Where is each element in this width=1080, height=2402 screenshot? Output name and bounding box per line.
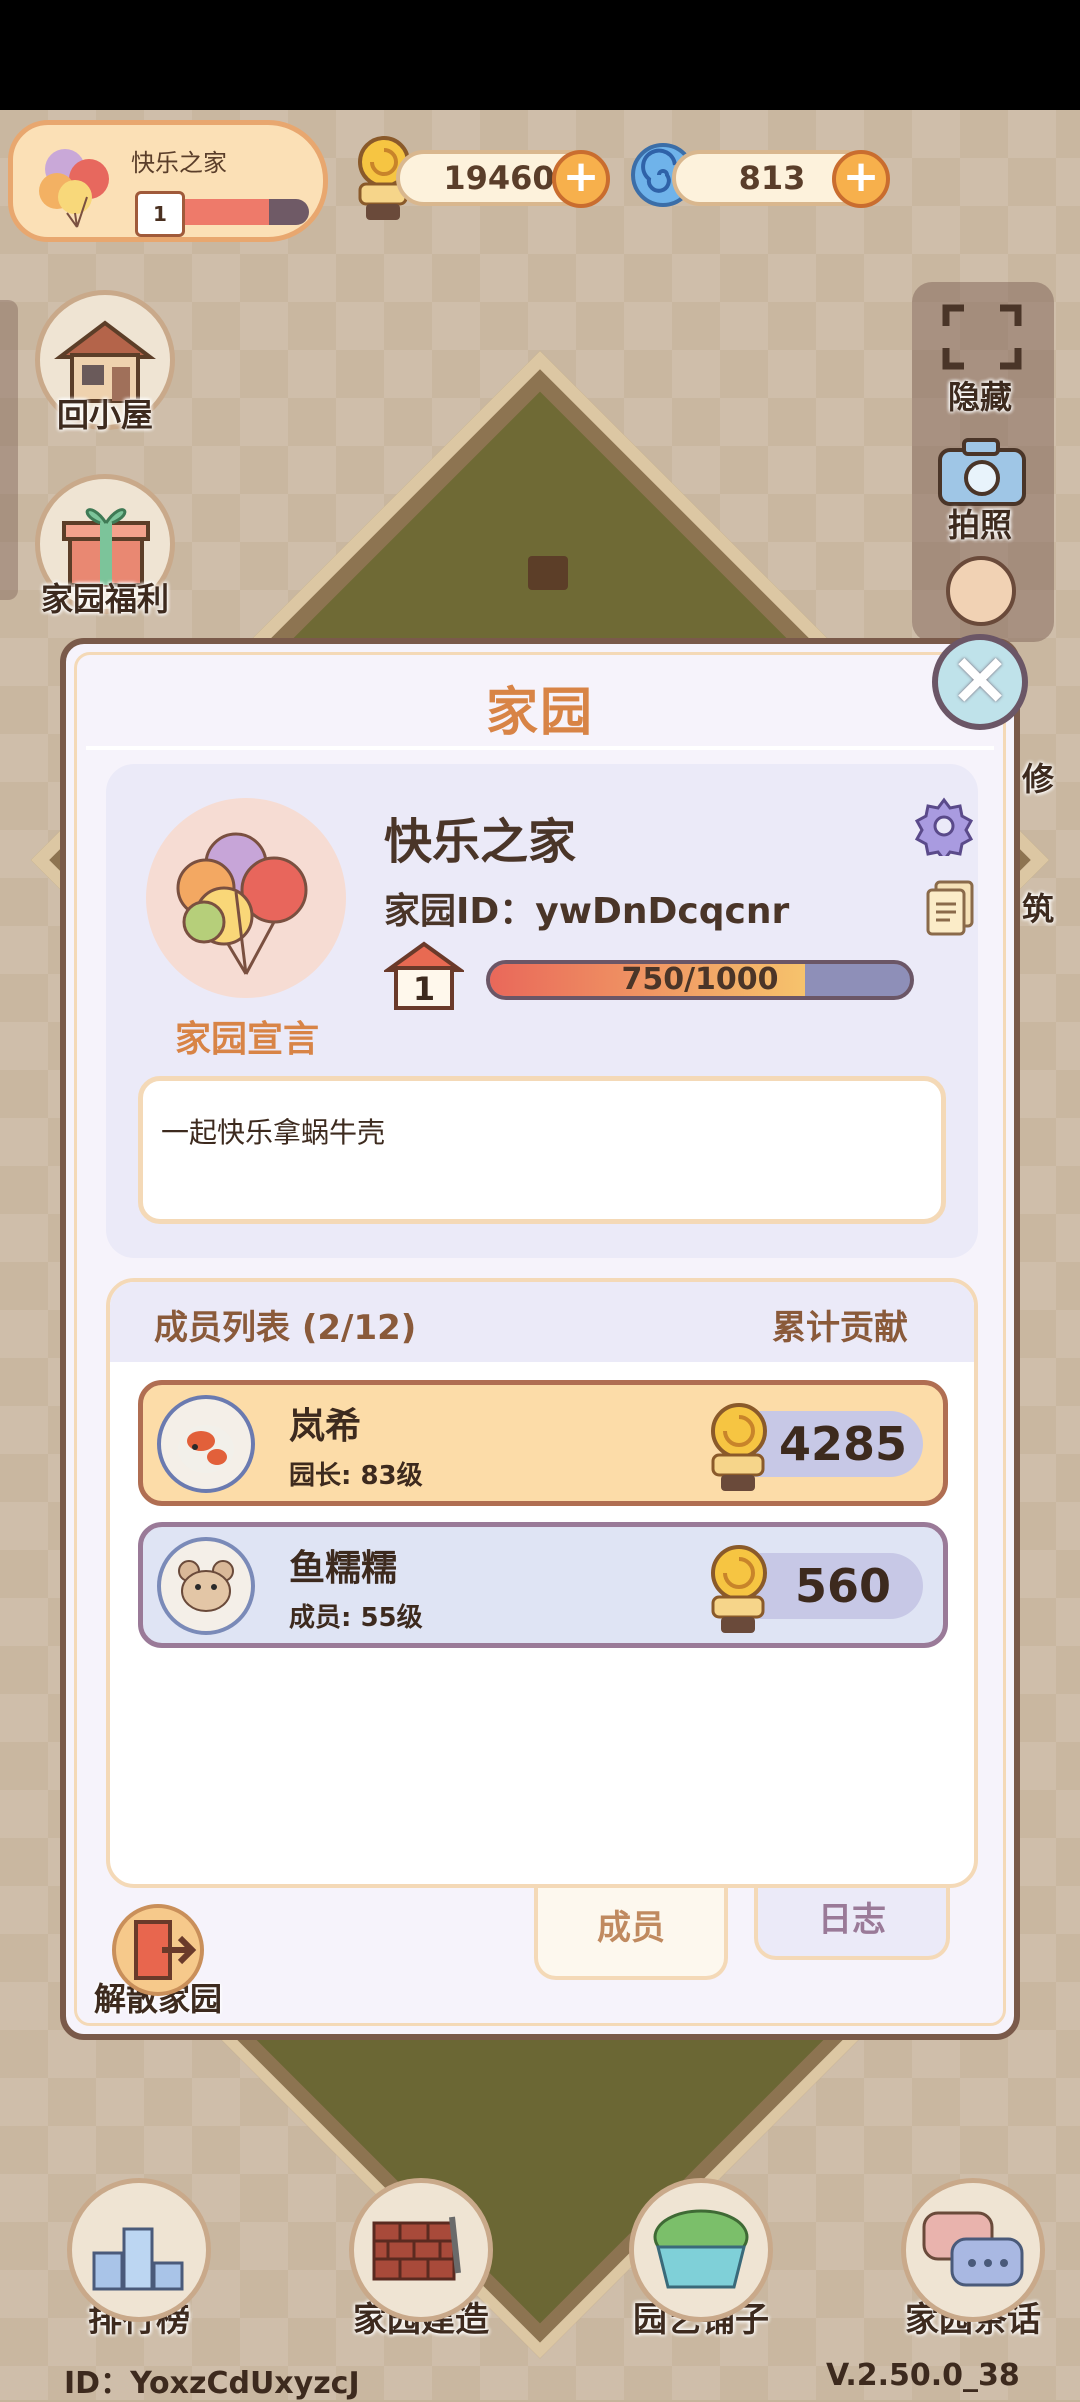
exp-text: 750/1000 (621, 962, 779, 997)
declaration-title: 家园宣言 (174, 1019, 319, 1060)
home-info-card: 家园宣言 快乐之家 家园ID：ywDnDcqcnr 1 750/1000 一起快… (106, 764, 978, 1258)
home-level-badge: 1 (135, 191, 185, 237)
snail-shell-icon (711, 1545, 767, 1633)
member-row-leader[interactable]: 岚希 园长: 83级 4285 (138, 1380, 948, 1506)
snail-shell-icon (711, 1403, 767, 1491)
level-house-icon: 1 (384, 940, 464, 1012)
add-snail-shell-button[interactable]: + (552, 150, 610, 208)
planter-icon (629, 2178, 773, 2322)
members-title: 成员列表 (2/12) (154, 1308, 417, 1348)
members-header: 成员列表 (2/12) 累计贡献 (110, 1282, 974, 1362)
garden-sign[interactable] (528, 556, 568, 590)
rank-button[interactable]: 排行榜 (64, 2178, 214, 2341)
balloons-icon (176, 832, 308, 975)
build-button[interactable]: 家园建造 (346, 2178, 496, 2341)
welfare-button[interactable]: 家园福利 (20, 474, 190, 620)
status-bar (0, 0, 1080, 110)
camera-icon[interactable] (934, 434, 1030, 510)
declaration-text: 一起快乐拿蜗牛壳 (161, 1116, 386, 1149)
members-card: 成员列表 (2/12) 累计贡献 岚希 园长: 83级 4285 鱼糯糯 成员:… (106, 1278, 978, 1888)
close-button[interactable]: × (932, 634, 1028, 730)
character-avatar[interactable] (946, 556, 1016, 626)
decorate-label[interactable]: 修 (1022, 754, 1054, 800)
contribution-title: 累计贡献 (772, 1308, 908, 1348)
gear-icon[interactable] (914, 796, 974, 856)
member-name: 鱼糯糯 (289, 1548, 398, 1589)
build-label[interactable]: 筑 (1022, 884, 1054, 930)
modal-title: 家园 (485, 683, 594, 743)
member-avatar (157, 1395, 255, 1493)
back-home-button[interactable]: 回小屋 (30, 290, 180, 436)
home-chip[interactable]: 快乐之家 1 (8, 120, 328, 242)
member-row[interactable]: 鱼糯糯 成员: 55级 560 (138, 1522, 948, 1648)
hide-icon[interactable] (940, 302, 1024, 372)
bricks-icon (349, 2178, 493, 2322)
hide-label[interactable]: 隐藏 (948, 372, 1012, 418)
modal-home-name: 快乐之家 (384, 814, 577, 870)
podium-icon (67, 2178, 211, 2322)
photo-label[interactable]: 拍照 (948, 500, 1012, 546)
chat-button[interactable]: 家园茶话 (898, 2178, 1048, 2341)
user-id: ID：YoxzCdUxyzcJ (64, 2366, 360, 2401)
left-rail (0, 300, 18, 600)
title-divider (86, 746, 994, 750)
welfare-label: 家园福利 (40, 580, 169, 618)
tab-log[interactable]: 日志 (754, 1888, 950, 1960)
member-role: 园长: 83级 (289, 1461, 423, 1491)
exit-door-icon (112, 1904, 204, 1996)
member-avatar (157, 1537, 255, 1635)
add-swirl-button[interactable]: + (832, 150, 890, 208)
declaration-box[interactable]: 一起快乐拿蜗牛壳 (138, 1076, 946, 1224)
shop-button[interactable]: 园艺铺子 (626, 2178, 776, 2341)
home-avatar[interactable] (146, 798, 346, 998)
balloons-icon (39, 149, 109, 228)
home-modal: 家园 家园宣言 快乐之家 家园ID：ywDnDcqcnr 1 750/1000 … (60, 638, 1020, 2040)
copy-icon[interactable] (924, 878, 976, 938)
member-role: 成员: 55级 (289, 1603, 423, 1633)
tab-members[interactable]: 成员 (534, 1888, 728, 1980)
home-id: 家园ID：ywDnDcqcnr (384, 891, 790, 932)
exp-bar: 750/1000 (486, 960, 914, 1000)
home-name: 快乐之家 (131, 149, 227, 177)
version-text: V.2.50.0_38 (826, 2358, 1020, 2393)
member-name: 岚希 (289, 1406, 362, 1447)
disband-button[interactable]: 解散家园 (88, 1904, 228, 2020)
chat-bubbles-icon (901, 2178, 1045, 2322)
level-number: 1 (412, 970, 436, 1008)
